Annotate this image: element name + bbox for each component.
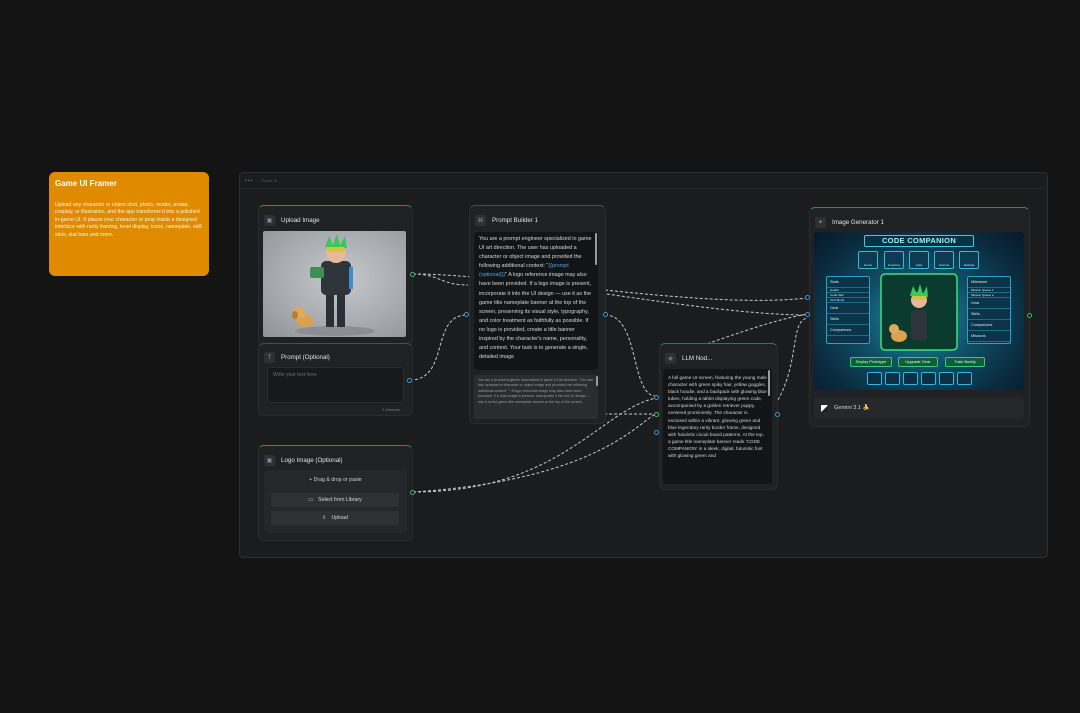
node-header[interactable]: ▣ Logo Image (Optional) <box>259 446 412 468</box>
character-illustration <box>292 234 375 336</box>
generated-tab: Settings <box>959 251 979 269</box>
model-name: Gemini 3.1 🍌 <box>834 405 870 411</box>
llm-input-port-2[interactable] <box>654 412 659 417</box>
builder-icon: ⌘ <box>475 215 486 226</box>
node-title: Prompt (Optional) <box>281 354 330 361</box>
node-title: Upload Image <box>281 217 320 224</box>
logo-dropzone[interactable]: + Drag & drop or paste ▭ Select from Lib… <box>264 470 407 533</box>
generated-slot <box>957 372 972 385</box>
generator-input-port-2[interactable] <box>805 312 810 317</box>
upload-image-output-port[interactable] <box>410 272 415 277</box>
node-header[interactable]: ✦ Image Generator 1 <box>810 208 1029 230</box>
llm-scrollbar[interactable] <box>768 370 770 396</box>
note-title: Game UI Framer <box>55 179 117 188</box>
generated-slot <box>921 372 936 385</box>
text-icon: T <box>264 352 275 363</box>
prompt-placeholder: Write your text here <box>273 372 317 378</box>
generated-left-panel: Stats Health Code Skill Tech Bond Gear S… <box>826 276 870 344</box>
generated-character-frame <box>880 273 958 351</box>
upload-label: Upload <box>331 515 348 521</box>
prompt-template-editor[interactable]: You are a prompt engineer specialized in… <box>474 232 598 370</box>
node-header[interactable]: ◈ LLM Nod... <box>660 344 777 366</box>
editor-scrollbar[interactable] <box>595 233 597 265</box>
llm-icon: ◈ <box>665 353 676 364</box>
llm-output-port[interactable] <box>775 412 780 417</box>
generated-button: Train Buddy <box>945 357 985 367</box>
generator-output-port[interactable] <box>1027 313 1032 318</box>
node-header[interactable]: ▣ Upload Image <box>259 206 412 228</box>
generated-slot <box>939 372 954 385</box>
generated-tab: Comms <box>934 251 954 269</box>
prompt-output-port[interactable] <box>407 378 412 383</box>
node-title: LLM Nod... <box>682 355 713 362</box>
drag-drop-label: Drag & drop or paste <box>313 477 362 483</box>
drag-drop-area[interactable]: + Drag & drop or paste <box>264 477 407 483</box>
generated-slot <box>885 372 900 385</box>
generated-button: Deploy Prototype <box>850 357 892 367</box>
node-header[interactable]: T Prompt (Optional) <box>259 344 412 366</box>
template-text-a: You are a prompt engineer specialized in… <box>479 236 592 270</box>
group-header[interactable]: ▪▪▪ Game UI <box>240 173 1047 189</box>
folder-icon: ▭ <box>308 497 314 503</box>
upload-button[interactable]: ⇪ Upload <box>271 511 399 525</box>
node-title: Logo Image (Optional) <box>281 457 343 464</box>
sticky-note[interactable]: Game UI Framer Upload any character or o… <box>49 172 209 276</box>
node-title: Image Generator 1 <box>832 219 884 226</box>
image-icon: ▣ <box>264 215 275 226</box>
group-label: Game UI <box>261 178 278 183</box>
select-from-library-button[interactable]: ▭ Select from Library <box>271 493 399 507</box>
note-body: Upload any character or object shot, pho… <box>55 202 202 238</box>
generator-input-port-1[interactable] <box>805 295 810 300</box>
llm-input-port-1[interactable] <box>654 395 659 400</box>
grip-icon[interactable]: ▪▪▪ <box>245 178 253 184</box>
generated-image[interactable]: CODE COMPANION Home Inventory Labs Comms… <box>814 232 1024 390</box>
llm-output-text: A full game UI screen, featuring the you… <box>663 369 772 484</box>
generated-tab: Labs <box>909 251 929 269</box>
builder-output-port[interactable] <box>603 312 608 317</box>
generated-tab: Inventory <box>884 251 904 269</box>
uploaded-character-image[interactable] <box>263 231 406 337</box>
image-icon: ▣ <box>264 455 275 466</box>
preview-scrollbar[interactable] <box>596 376 598 386</box>
llm-input-port-3[interactable] <box>654 430 659 435</box>
prompt-output-preview: You are a prompt engineer specialized in… <box>474 375 598 419</box>
generated-slot <box>867 372 882 385</box>
model-selector[interactable]: Gemini 3.1 🍌 <box>814 397 1024 419</box>
template-text-b: " A logo reference image may also have b… <box>479 272 592 361</box>
generated-slot <box>903 372 918 385</box>
generated-tab: Home <box>858 251 878 269</box>
generated-banner: CODE COMPANION <box>864 235 974 247</box>
character-counter: 0 character <box>382 408 400 412</box>
node-header[interactable]: ⌘ Prompt Builder 1 <box>470 206 605 228</box>
generated-button: Upgrade Gear <box>898 357 938 367</box>
prompt-input[interactable]: Write your text here <box>267 367 404 403</box>
generated-right-panel: Milestone Mission Queue 1 Mission Queue … <box>967 276 1011 344</box>
logo-output-port[interactable] <box>410 490 415 495</box>
builder-input-port[interactable] <box>464 312 469 317</box>
model-logo-icon <box>821 404 828 412</box>
upload-icon: ⇪ <box>322 515 327 521</box>
sparkle-icon: ✦ <box>815 217 826 228</box>
library-label: Select from Library <box>318 497 362 503</box>
node-title: Prompt Builder 1 <box>492 217 539 224</box>
